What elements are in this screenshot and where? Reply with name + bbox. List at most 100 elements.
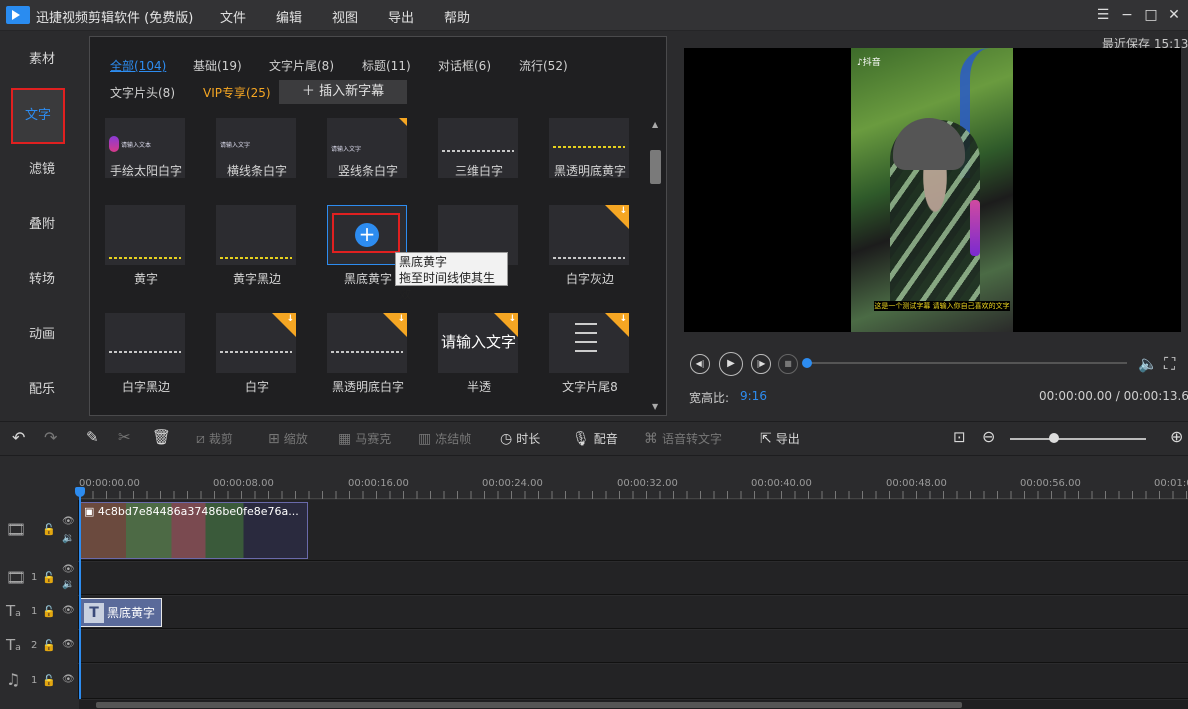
prev-frame-icon[interactable]: ◀| [690, 354, 710, 374]
export-button[interactable]: ⇱ 导出 [760, 430, 800, 447]
fullscreen-icon[interactable]: ⛶ [1164, 354, 1175, 374]
microphone-icon: 🎙 [572, 431, 590, 447]
menu-icon[interactable]: ☰ [1094, 6, 1112, 24]
sidebar-item-animation[interactable]: 动画 [0, 315, 84, 355]
sidebar-item-material[interactable]: 素材 [0, 40, 84, 80]
category-all[interactable]: 全部(104) [110, 57, 166, 74]
ruler-label: 00:00:40.00 [751, 478, 812, 489]
menu-help[interactable]: 帮助 [444, 7, 470, 26]
undo-icon[interactable]: ↶ [12, 428, 25, 447]
insert-subtitle-button[interactable]: ＋ 插入新字幕 [279, 80, 407, 104]
eye-icon[interactable]: 👁 [62, 674, 75, 685]
lock-icon[interactable]: 🔓 [42, 571, 56, 584]
audio-track[interactable] [0, 664, 1188, 699]
lock-icon[interactable]: 🔓 [42, 639, 56, 652]
next-frame-icon[interactable]: |▶ [751, 354, 771, 374]
category-title[interactable]: 标题(11) [362, 57, 411, 74]
aspect-ratio-value[interactable]: 9:16 [740, 389, 767, 403]
cut-icon[interactable]: ✂ [118, 428, 131, 446]
fit-timeline-icon[interactable]: ⊡ [953, 428, 966, 446]
ruler-label: 00:00:16.00 [348, 478, 409, 489]
film-icon: 🎞 [6, 520, 27, 539]
volume-icon[interactable]: 🔈 [1138, 354, 1158, 373]
panel-scrollbar[interactable] [650, 150, 661, 184]
redo-icon[interactable]: ↷ [44, 428, 57, 447]
template-thumb[interactable] [549, 313, 629, 373]
speech-to-text-button[interactable]: ⌘ 语音转文字 [644, 430, 722, 447]
maximize-icon[interactable]: □ [1142, 6, 1160, 24]
category-text-outro[interactable]: 文字片尾(8) [269, 57, 334, 74]
eye-icon[interactable]: 👁 [62, 564, 75, 575]
audio-icon[interactable]: 🔉 [62, 579, 74, 590]
template-preview-line [553, 146, 625, 148]
template-preview-lines [575, 323, 597, 357]
playback-handle[interactable] [802, 358, 812, 368]
timeline-scroll-thumb[interactable] [96, 702, 962, 708]
zoom-button[interactable]: ⊞ 缩放 [268, 430, 308, 447]
sidebar-item-music[interactable]: 配乐 [0, 370, 84, 410]
template-label: 白字黑边 [121, 380, 170, 394]
audio-icon[interactable]: 🔉 [62, 533, 74, 544]
template-thumb[interactable] [216, 313, 296, 373]
freeze-frame-button[interactable]: ▥ 冻结帧 [418, 430, 471, 447]
playhead-handle[interactable] [75, 487, 85, 497]
minimize-icon[interactable]: − [1118, 6, 1136, 24]
close-icon[interactable]: ✕ [1165, 6, 1183, 24]
sidebar-item-overlay[interactable]: 叠附 [0, 205, 84, 245]
category-vip[interactable]: VIP专享(25) [203, 84, 271, 101]
lock-icon[interactable]: 🔓 [42, 674, 56, 687]
scroll-down-icon[interactable]: ▼ [652, 402, 658, 411]
ruler-label: 00:01:0 [1154, 478, 1188, 489]
stop-icon[interactable]: ■ [778, 354, 798, 374]
menu-edit[interactable]: 编辑 [276, 7, 302, 26]
video-track-2[interactable] [0, 562, 1188, 595]
delete-icon[interactable]: 🗑 [152, 428, 171, 446]
playback-progress[interactable] [805, 362, 1127, 364]
timeline-playhead[interactable] [79, 487, 81, 699]
category-popular[interactable]: 流行(52) [519, 57, 568, 74]
template-thumb[interactable] [327, 313, 407, 373]
template-thumb[interactable] [216, 205, 296, 265]
lock-icon[interactable]: 🔓 [42, 605, 56, 618]
duration-label: 时长 [516, 432, 541, 446]
mosaic-label: 马赛克 [355, 432, 392, 446]
menu-file[interactable]: 文件 [220, 7, 246, 26]
eye-icon[interactable]: 👁 [62, 516, 75, 527]
template-thumb[interactable] [105, 313, 185, 373]
menu-export[interactable]: 导出 [388, 7, 414, 26]
template-preview-line [220, 257, 292, 259]
zoom-out-icon[interactable]: ⊖ [982, 427, 995, 446]
track-number: 1 [31, 675, 38, 686]
lock-icon[interactable]: 🔓 [42, 523, 56, 536]
text-track-1[interactable] [0, 596, 1188, 629]
video-clip-name-text: 4c8bd7e84486a37486be0fe8e76a... [97, 505, 299, 518]
timeline-zoom-slider[interactable] [1010, 438, 1146, 440]
scroll-up-icon[interactable]: ▲ [652, 120, 658, 129]
eye-icon[interactable]: 👁 [62, 605, 75, 616]
template-thumb[interactable]: 请输入文字 [438, 313, 518, 373]
edit-icon[interactable]: ✎ [86, 428, 99, 446]
eye-icon[interactable]: 👁 [62, 639, 75, 650]
duration-button[interactable]: ◷ 时长 [500, 430, 540, 447]
category-text-intro[interactable]: 文字片头(8) [110, 84, 175, 101]
template-thumb[interactable] [549, 205, 629, 265]
sidebar-item-text[interactable]: 文字 [11, 88, 65, 144]
menu-view[interactable]: 视图 [332, 7, 358, 26]
play-icon[interactable]: ▶ [719, 352, 743, 376]
dub-button[interactable]: 🎙 配音 [572, 430, 618, 447]
ruler-label: 00:00:24.00 [482, 478, 543, 489]
zoom-in-icon[interactable]: ⊕ [1170, 427, 1183, 446]
mosaic-button[interactable]: ▦ 马赛克 [338, 430, 391, 447]
category-basic[interactable]: 基础(19) [193, 57, 242, 74]
category-dialog[interactable]: 对话框(6) [438, 57, 491, 74]
sidebar-item-filter[interactable]: 滤镜 [0, 150, 84, 190]
template-preview-line [109, 351, 181, 353]
add-template-plus-icon[interactable]: + [355, 223, 379, 247]
text-track-2[interactable] [0, 630, 1188, 663]
sidebar-item-transition[interactable]: 转场 [0, 260, 84, 300]
template-label: 黑透明底黄字 [553, 164, 626, 178]
video-clip-name: ▣ 4c8bd7e84486a37486be0fe8e76a... [84, 505, 306, 518]
timeline-zoom-handle[interactable] [1049, 433, 1059, 443]
crop-button[interactable]: ⧄ 裁剪 [196, 430, 233, 447]
template-thumb[interactable] [105, 205, 185, 265]
